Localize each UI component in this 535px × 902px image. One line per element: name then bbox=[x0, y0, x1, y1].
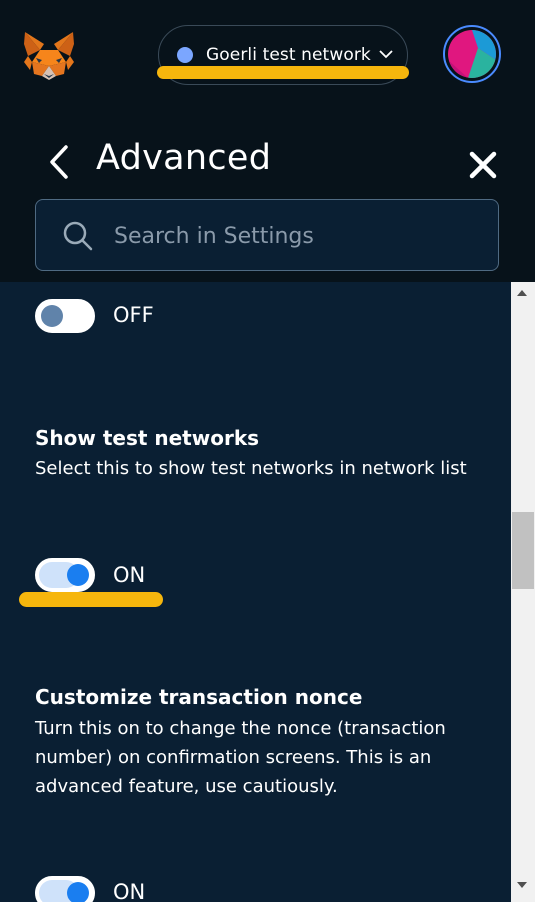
show-test-networks-title: Show test networks bbox=[35, 426, 260, 450]
show-test-networks-description: Select this to show test networks in net… bbox=[35, 458, 467, 479]
scroll-down-arrow-icon[interactable] bbox=[517, 882, 527, 888]
account-identicon bbox=[448, 30, 496, 78]
toggle-knob bbox=[67, 564, 89, 586]
scroll-up-arrow-icon[interactable] bbox=[517, 290, 527, 296]
toggle-highlight-underline bbox=[19, 592, 163, 607]
chevron-down-icon bbox=[379, 50, 393, 59]
settings-content: OFF Show test networks Select this to sh… bbox=[0, 282, 511, 902]
page-title: Advanced bbox=[96, 138, 272, 178]
search-icon bbox=[63, 221, 93, 251]
network-status-dot bbox=[177, 47, 193, 63]
customize-nonce-description: Turn this on to change the nonce (transa… bbox=[35, 718, 446, 797]
account-avatar[interactable] bbox=[443, 25, 501, 83]
close-icon[interactable] bbox=[466, 148, 500, 182]
first-setting-toggle[interactable] bbox=[35, 299, 95, 333]
show-test-networks-toggle-label: ON bbox=[113, 563, 146, 587]
customize-nonce-title: Customize transaction nonce bbox=[35, 685, 363, 709]
header-bar: Goerli test network Advanced bbox=[0, 0, 535, 282]
toggle-knob bbox=[41, 305, 63, 327]
toggle-knob bbox=[67, 882, 89, 902]
network-label: Goerli test network bbox=[206, 45, 371, 65]
vertical-scrollbar[interactable] bbox=[511, 282, 535, 902]
network-highlight-underline bbox=[157, 66, 409, 79]
show-test-networks-toggle[interactable] bbox=[35, 558, 95, 592]
settings-search-box[interactable] bbox=[35, 199, 499, 271]
first-setting-toggle-label: OFF bbox=[113, 303, 154, 327]
chevron-left-icon[interactable] bbox=[44, 143, 76, 181]
customize-nonce-toggle-label: ON bbox=[113, 880, 146, 902]
customize-nonce-toggle[interactable] bbox=[35, 876, 95, 902]
metamask-fox-icon[interactable] bbox=[22, 30, 76, 82]
scroll-thumb[interactable] bbox=[512, 512, 534, 589]
search-input[interactable] bbox=[114, 216, 474, 256]
